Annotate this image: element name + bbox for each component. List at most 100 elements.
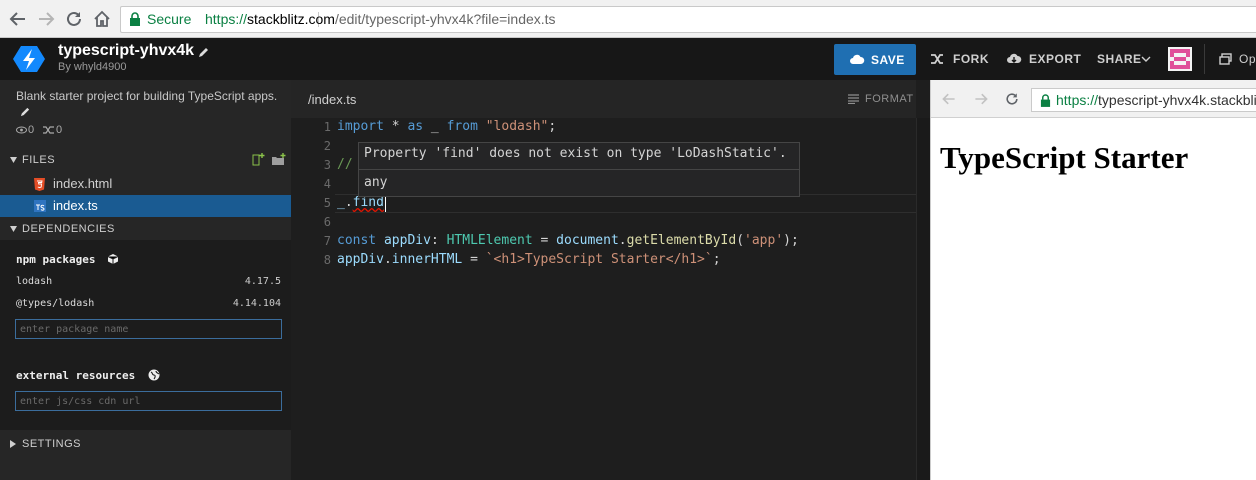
file-item-index-ts[interactable]: index.ts xyxy=(0,195,291,217)
tooltip-divider xyxy=(359,169,799,170)
save-label: SAVE xyxy=(871,53,905,67)
app-header: typescript-yhvx4k By whyld4900 SAVE FORK… xyxy=(0,38,1256,80)
open-button[interactable]: Op xyxy=(1239,52,1256,66)
open-window-icon xyxy=(1219,53,1232,65)
preview-toolbar: https://typescript-yhvx4k.stackbli xyxy=(931,80,1256,118)
stackblitz-logo-icon[interactable] xyxy=(12,44,46,74)
new-file-icon[interactable] xyxy=(251,152,265,166)
header-divider xyxy=(1204,44,1205,74)
error-tooltip: Property 'find' does not exist on type '… xyxy=(358,142,800,197)
preview-url: https://typescript-yhvx4k.stackbli xyxy=(1056,89,1256,111)
file-item-index-html[interactable]: index.html xyxy=(0,173,291,195)
files-section-header[interactable]: FILES xyxy=(0,150,291,172)
error-token: find xyxy=(352,195,384,210)
edit-description-icon[interactable] xyxy=(20,106,31,117)
token: as xyxy=(407,119,424,134)
lock-icon xyxy=(129,12,141,26)
token: appDiv xyxy=(337,252,384,267)
globe-icon xyxy=(148,369,160,381)
forward-icon[interactable] xyxy=(36,9,56,29)
token: = xyxy=(532,233,557,248)
url-host: stackblitz.com xyxy=(247,11,335,27)
file-name: index.ts xyxy=(53,198,98,213)
cloud-icon xyxy=(849,54,865,65)
dependencies-header-label: DEPENDENCIES xyxy=(22,223,115,235)
export-button[interactable]: EXPORT xyxy=(1029,52,1081,66)
avatar[interactable] xyxy=(1168,47,1192,71)
address-bar[interactable]: Secure https://stackblitz.com/edit/types… xyxy=(120,6,1256,33)
token: _ xyxy=(337,195,345,210)
line-number: 7 xyxy=(323,234,331,248)
token: _ xyxy=(423,119,447,134)
export-icon xyxy=(1006,52,1022,64)
preview-address-bar[interactable]: https://typescript-yhvx4k.stackbli xyxy=(1031,88,1256,112)
editor-tab[interactable]: /index.ts xyxy=(308,92,356,107)
forks-icon xyxy=(43,126,54,134)
token: appDiv xyxy=(383,233,431,248)
line-number: 8 xyxy=(323,253,331,267)
editor-scrollbar[interactable] xyxy=(916,118,930,480)
code-line-1: import * as _ from "lodash"; xyxy=(337,119,556,134)
url-text: https://stackblitz.com/edit/typescript-y… xyxy=(205,7,556,32)
sidebar: Blank starter project for building TypeS… xyxy=(0,80,291,480)
dependencies-panel: npm packages lodash 4.17.5 @types/lodash… xyxy=(0,240,291,430)
package-version: 4.17.5 xyxy=(244,276,281,287)
browser-toolbar: Secure https://stackblitz.com/edit/types… xyxy=(0,0,1256,38)
token: "lodash" xyxy=(485,119,549,134)
reload-icon[interactable] xyxy=(64,9,84,29)
line-number: 5 xyxy=(323,196,331,210)
token: = xyxy=(462,252,486,267)
preview-heading: TypeScript Starter xyxy=(940,140,1189,175)
back-icon[interactable] xyxy=(8,9,28,29)
token: `<h1>TypeScript Starter</h1>` xyxy=(485,252,713,267)
preview-url-protocol: https:// xyxy=(1056,92,1099,108)
package-cube-icon xyxy=(107,253,119,265)
token: HTMLElement xyxy=(446,233,533,248)
line-number: 3 xyxy=(323,158,331,172)
caret-down-icon xyxy=(10,226,17,232)
new-folder-icon[interactable] xyxy=(271,152,287,166)
caret-right-icon xyxy=(10,440,16,448)
preview-back-icon[interactable] xyxy=(941,91,957,107)
line-number: 2 xyxy=(323,139,331,153)
token: import xyxy=(337,119,384,134)
code-editor: /index.ts FORMAT 1 2 3 4 5 6 7 8 import … xyxy=(291,80,916,480)
token: : xyxy=(430,233,447,248)
error-message: Property 'find' does not exist on type '… xyxy=(364,146,787,161)
line-number: 6 xyxy=(323,215,331,229)
token: innerHTML xyxy=(391,252,463,267)
format-button[interactable]: FORMAT xyxy=(865,93,914,105)
chevron-down-icon xyxy=(1141,56,1151,62)
token: * xyxy=(383,119,408,134)
line-number: 4 xyxy=(323,177,331,191)
package-row-lodash: lodash 4.17.5 xyxy=(16,276,281,287)
preview-lock-icon xyxy=(1040,94,1051,107)
package-name: lodash xyxy=(16,276,53,287)
code-line-8: appDiv.innerHTML = `<h1>TypeScript Start… xyxy=(337,252,721,267)
save-button[interactable]: SAVE xyxy=(834,44,916,75)
project-author: By whyld4900 xyxy=(58,61,127,73)
code-line-7: const appDiv: HTMLElement = document.get… xyxy=(337,233,799,248)
token: ; xyxy=(548,119,557,134)
home-icon[interactable] xyxy=(92,9,112,29)
token: ; xyxy=(712,252,721,267)
package-version: 4.14.104 xyxy=(232,298,281,309)
settings-section-header[interactable]: SETTINGS xyxy=(0,434,291,456)
token: document xyxy=(556,233,619,248)
project-description: Blank starter project for building TypeS… xyxy=(16,89,278,103)
preview-reload-icon[interactable] xyxy=(1004,91,1020,107)
share-button[interactable]: SHARE xyxy=(1097,52,1142,66)
views-count: 0 xyxy=(28,124,35,136)
fork-button[interactable]: FORK xyxy=(953,52,989,66)
dependencies-section-header[interactable]: DEPENDENCIES xyxy=(0,219,291,241)
preview-forward-icon[interactable] xyxy=(973,91,989,107)
project-title[interactable]: typescript-yhvx4k xyxy=(58,42,194,60)
fork-icon xyxy=(930,53,944,65)
edit-pencil-icon[interactable] xyxy=(198,46,210,58)
editor-tab-bar: /index.ts FORMAT xyxy=(291,80,916,118)
package-name-input[interactable] xyxy=(15,319,282,339)
npm-packages-title: npm packages xyxy=(16,253,96,266)
cdn-url-input[interactable] xyxy=(15,391,282,411)
package-name: @types/lodash xyxy=(16,298,95,309)
